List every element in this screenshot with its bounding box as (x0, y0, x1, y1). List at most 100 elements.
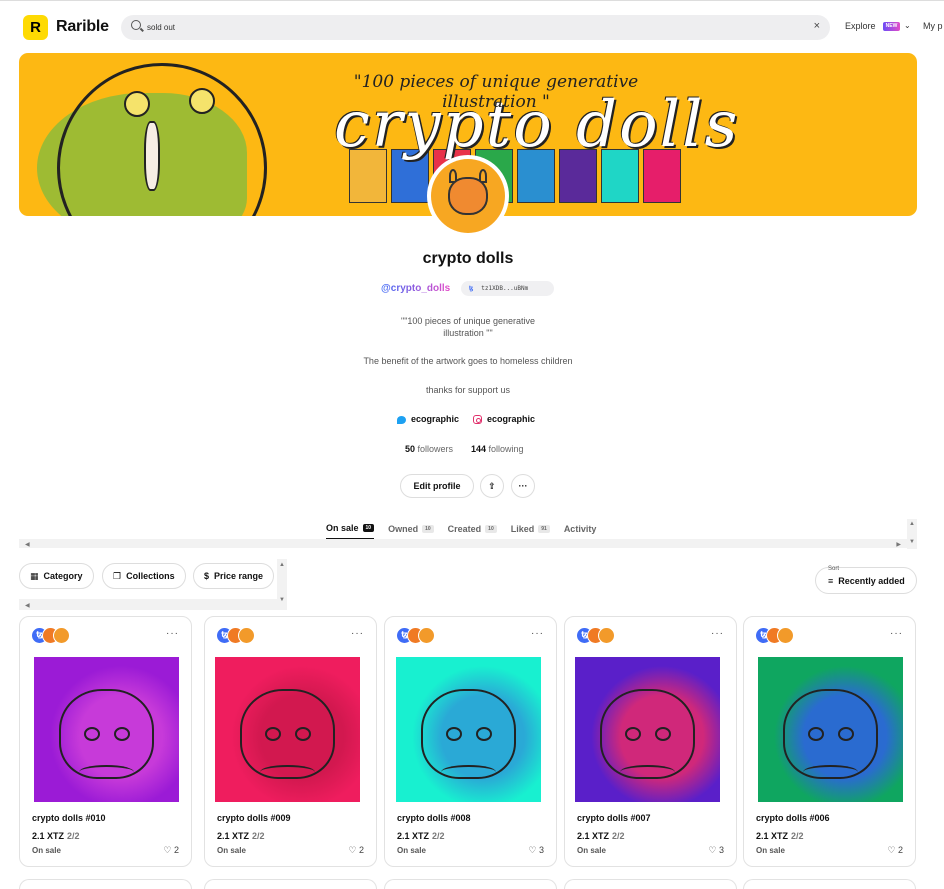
nft-title[interactable]: crypto dolls #006 (756, 813, 830, 823)
tabs-horizontal-scrollbar[interactable]: ◀ ▶ (19, 539, 907, 548)
profile-tabs: On sale 10 Owned 10 Created 10 Liked 91 Activity (326, 523, 596, 540)
following-label: following (488, 444, 524, 454)
followers-link[interactable]: 50 followers (405, 444, 453, 454)
heart-icon: ♡ (528, 845, 537, 855)
owner-avatars[interactable]: ꜩ (216, 627, 255, 644)
tab-liked[interactable]: Liked 91 (511, 523, 550, 540)
nft-price: 2.1 XTZ 2/2 (32, 831, 80, 841)
card-more-icon[interactable]: ··· (531, 628, 544, 639)
bio-line: ""100 pieces of unique generative (401, 316, 535, 326)
tab-count-badge: 10 (485, 525, 497, 533)
nft-card[interactable]: ꜩ ··· crypto dolls #006 2.1 XTZ 2/2 On sale ♡ … (743, 616, 916, 867)
nft-image[interactable] (575, 657, 720, 802)
tab-label: Activity (563, 524, 597, 534)
tab-count-badge: 10 (362, 524, 375, 532)
like-button[interactable]: ♡ 2 (348, 845, 364, 856)
nft-card[interactable]: ꜩ ··· crypto dolls #007 2.1 XTZ 2/2 On sale ♡ … (564, 616, 737, 867)
tab-activity[interactable]: Activity (564, 523, 597, 540)
nft-price: 2.1 XTZ 2/2 (397, 831, 445, 841)
twitter-link[interactable]: ecographic (411, 414, 459, 424)
likes-count: 2 (897, 845, 903, 855)
chevron-down-icon[interactable]: ⌄ (904, 21, 911, 30)
likes-count: 3 (718, 845, 724, 855)
edit-profile-button[interactable]: Edit profile (400, 474, 474, 498)
avatar (598, 627, 615, 644)
heart-icon: ♡ (163, 845, 172, 855)
price-range-filter-button[interactable]: $ Price range (193, 563, 275, 589)
profile-handle[interactable]: @crypto_dolls (381, 283, 450, 294)
likes-count: 3 (538, 845, 544, 855)
owner-avatars[interactable]: ꜩ (576, 627, 615, 644)
owner-avatars[interactable]: ꜩ (31, 627, 70, 644)
like-button[interactable]: ♡ 2 (887, 845, 903, 856)
bio-line: illustration "" (443, 328, 493, 338)
nft-title[interactable]: crypto dolls #007 (577, 813, 651, 823)
nft-card[interactable] (384, 879, 557, 889)
search-bar[interactable]: × (121, 15, 830, 40)
nft-card[interactable] (743, 879, 916, 889)
share-button[interactable]: ⇪ (480, 474, 504, 498)
collections-filter-button[interactable]: ❐ Collections (102, 563, 186, 589)
avatar (238, 627, 255, 644)
avatar (53, 627, 70, 644)
nft-title[interactable]: crypto dolls #008 (397, 813, 471, 823)
like-button[interactable]: ♡ 2 (163, 845, 179, 856)
nft-image[interactable] (215, 657, 360, 802)
card-more-icon[interactable]: ··· (711, 628, 724, 639)
wallet-address-chip[interactable]: ꜩ tz1XDB...uBNm (461, 281, 554, 296)
instagram-link[interactable]: ecographic (487, 414, 535, 424)
card-more-icon[interactable]: ··· (351, 628, 364, 639)
clear-search-icon[interactable]: × (814, 20, 820, 32)
grid-icon: ▦ (30, 570, 39, 581)
more-icon: ··· (518, 481, 528, 491)
card-more-icon[interactable]: ··· (890, 628, 903, 639)
nft-card[interactable] (204, 879, 377, 889)
tab-label: Owned (388, 524, 419, 534)
explore-menu[interactable]: Explore (845, 21, 876, 31)
nft-image[interactable] (34, 657, 179, 802)
search-input[interactable] (147, 19, 787, 35)
edition-count: 2/2 (432, 831, 445, 841)
sale-status: On sale (397, 846, 426, 855)
category-filter-button[interactable]: ▦ Category (19, 563, 94, 589)
owner-avatars[interactable]: ꜩ (396, 627, 435, 644)
brand-name[interactable]: Rarible (56, 18, 109, 36)
category-label: Category (43, 571, 83, 581)
following-link[interactable]: 144 following (471, 444, 524, 454)
nft-card[interactable]: ꜩ ··· crypto dolls #008 2.1 XTZ 2/2 On sale ♡ … (384, 616, 557, 867)
nft-card[interactable]: ꜩ ··· crypto dolls #009 2.1 XTZ 2/2 On sale ♡ … (204, 616, 377, 867)
like-button[interactable]: ♡ 3 (708, 845, 724, 856)
owner-avatars[interactable]: ꜩ (755, 627, 794, 644)
nft-price: 2.1 XTZ 2/2 (756, 831, 804, 841)
rarible-logo-icon[interactable]: R (23, 15, 48, 40)
tab-count-badge: 10 (422, 525, 434, 533)
nft-card[interactable]: ꜩ ··· crypto dolls #010 2.1 XTZ 2/2 On sale ♡ … (19, 616, 192, 867)
nft-title[interactable]: crypto dolls #009 (217, 813, 291, 823)
filters-horizontal-scrollbar[interactable]: ◀ (19, 599, 277, 610)
like-button[interactable]: ♡ 3 (528, 845, 544, 856)
bio-line: The benefit of the artwork goes to homel… (363, 356, 573, 366)
my-profile-menu[interactable]: My p (923, 21, 943, 31)
tabs-vertical-scrollbar[interactable]: ▲ ▼ (907, 519, 917, 549)
collections-label: Collections (126, 571, 175, 581)
filters-vertical-scrollbar[interactable]: ▲ ▼ (277, 559, 287, 610)
tab-owned[interactable]: Owned 10 (388, 523, 434, 540)
tab-on-sale[interactable]: On sale 10 (326, 523, 375, 540)
heart-icon: ♡ (708, 845, 717, 855)
bio-line: thanks for support us (425, 385, 511, 395)
nft-card[interactable] (19, 879, 192, 889)
more-options-button[interactable]: ··· (511, 474, 535, 498)
nft-image[interactable] (396, 657, 541, 802)
avatar-doll-head (448, 177, 488, 215)
sort-value: Recently added (838, 575, 905, 586)
card-more-icon[interactable]: ··· (166, 628, 179, 639)
avatar (418, 627, 435, 644)
profile-avatar[interactable] (427, 155, 509, 237)
nft-image[interactable] (758, 657, 903, 802)
nft-card[interactable] (564, 879, 737, 889)
tab-label: Created (447, 524, 482, 534)
banner-doll-nose (144, 121, 160, 191)
nft-title[interactable]: crypto dolls #010 (32, 813, 106, 823)
dollar-icon: $ (204, 571, 210, 581)
tab-created[interactable]: Created 10 (448, 523, 497, 540)
